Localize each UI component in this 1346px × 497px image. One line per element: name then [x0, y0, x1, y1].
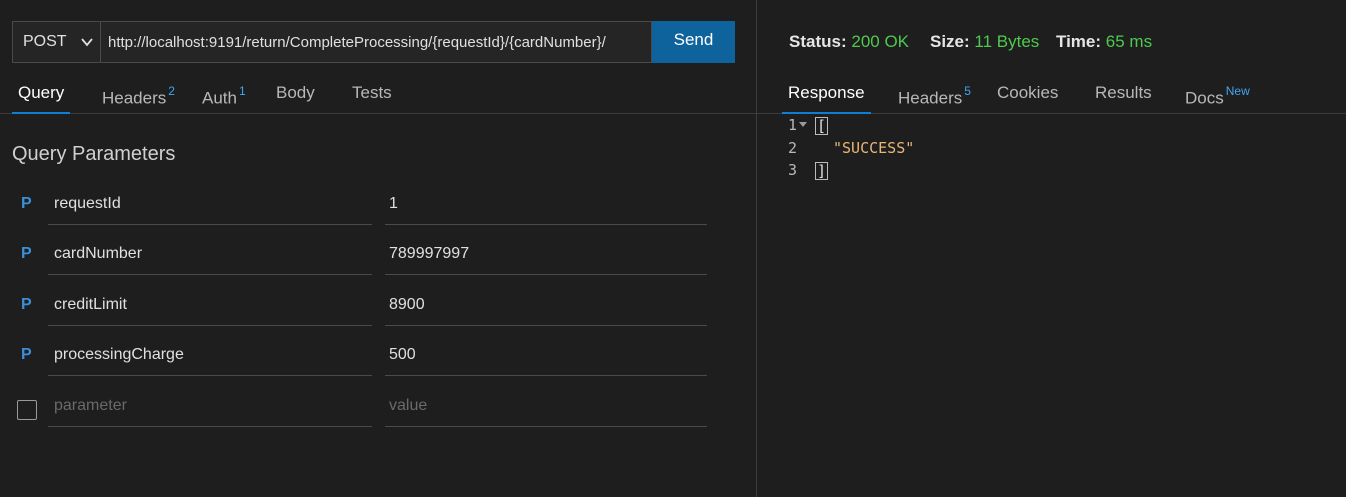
chevron-down-icon — [81, 38, 93, 47]
response-tabs: Response Headers 5 Cookies Results Docs Ne… — [757, 80, 1346, 114]
tab-label: Headers — [898, 88, 963, 108]
tab-label: Docs — [1185, 88, 1224, 108]
tab-docs[interactable]: Docs New — [1185, 80, 1250, 114]
tab-label: Auth — [202, 88, 237, 108]
tab-response-headers[interactable]: Headers 5 — [898, 80, 971, 114]
time-info: Time: 65 ms — [1056, 32, 1152, 52]
param-marker: P — [21, 245, 32, 262]
code-string: "SUCCESS" — [833, 139, 915, 157]
line-number: 2 — [787, 139, 797, 157]
tab-auth[interactable]: Auth 1 — [202, 80, 246, 114]
param-row: P creditLimit 8900 — [0, 282, 756, 326]
line-number: 3 — [787, 161, 797, 179]
param-row: P requestId 1 — [0, 181, 756, 225]
tab-label: Body — [276, 83, 315, 102]
section-title: Query Parameters — [12, 143, 176, 165]
tab-badge-new: New — [1225, 84, 1250, 98]
new-param-row: parameter value — [0, 383, 756, 427]
new-param-key-input[interactable]: parameter — [48, 383, 372, 427]
response-panel: Status: 200 OK Size: 11 Bytes Time: 65 m… — [757, 0, 1346, 497]
param-value-input[interactable]: 500 — [385, 332, 707, 376]
tab-headers[interactable]: Headers 2 — [102, 80, 175, 114]
url-input[interactable]: http://localhost:9191/return/CompletePro… — [100, 21, 652, 63]
tab-badge: 1 — [238, 84, 246, 98]
code-bracket: [ — [815, 117, 829, 135]
status-label: Status: — [789, 32, 847, 51]
code-line: 3 ] — [757, 161, 1346, 183]
method-label: POST — [23, 33, 67, 50]
size-value: 11 Bytes — [974, 32, 1040, 51]
tab-results[interactable]: Results — [1095, 80, 1152, 114]
param-enable-checkbox[interactable] — [17, 400, 37, 420]
code-bracket: ] — [815, 162, 829, 180]
param-value-input[interactable]: 8900 — [385, 282, 707, 326]
param-row: P cardNumber 789997997 — [0, 231, 756, 275]
param-row: P processingCharge 500 — [0, 332, 756, 376]
new-param-value-input[interactable]: value — [385, 383, 707, 427]
size-info: Size: 11 Bytes — [930, 32, 1039, 52]
param-marker: P — [21, 296, 32, 313]
line-number: 1 — [787, 116, 797, 134]
tab-label: Cookies — [997, 83, 1059, 102]
param-key-input[interactable]: requestId — [48, 181, 372, 225]
param-marker: P — [21, 346, 32, 363]
tab-label: Headers — [102, 88, 167, 108]
tab-label: Query — [18, 83, 65, 102]
tab-cookies[interactable]: Cookies — [997, 80, 1058, 114]
code-line: 2 "SUCCESS" — [757, 139, 1346, 161]
method-select[interactable]: POST — [12, 21, 100, 63]
param-key-input[interactable]: processingCharge — [48, 332, 372, 376]
tab-badge: 5 — [964, 84, 971, 98]
status-value: 200 OK — [851, 32, 910, 51]
tab-label: Results — [1095, 83, 1152, 102]
tab-query[interactable]: Query — [12, 80, 71, 114]
size-label: Size: — [930, 32, 970, 51]
param-key-input[interactable]: creditLimit — [48, 282, 372, 326]
param-marker: P — [21, 195, 32, 212]
tab-response[interactable]: Response — [782, 80, 871, 114]
param-value-input[interactable]: 1 — [385, 181, 707, 225]
code-line: 1 [ — [757, 116, 1346, 138]
tab-body[interactable]: Body — [276, 80, 315, 114]
param-key-input[interactable]: cardNumber — [48, 231, 372, 275]
tab-label: Response — [788, 83, 865, 102]
status-info: Status: 200 OK — [789, 32, 909, 52]
request-panel: POST http://localhost:9191/return/Comple… — [0, 0, 756, 497]
request-tabs: Query Headers 2 Auth 1 Body Tests — [0, 80, 756, 114]
tab-tests[interactable]: Tests — [352, 80, 392, 114]
param-value-input[interactable]: 789997997 — [385, 231, 707, 275]
time-value: 65 ms — [1105, 32, 1153, 51]
time-label: Time: — [1056, 32, 1102, 51]
url-text: http://localhost:9191/return/CompletePro… — [108, 33, 606, 51]
tab-label: Tests — [352, 83, 392, 102]
fold-arrow-icon[interactable] — [799, 122, 807, 127]
send-button[interactable]: Send — [652, 21, 735, 63]
tab-badge: 2 — [168, 84, 175, 98]
